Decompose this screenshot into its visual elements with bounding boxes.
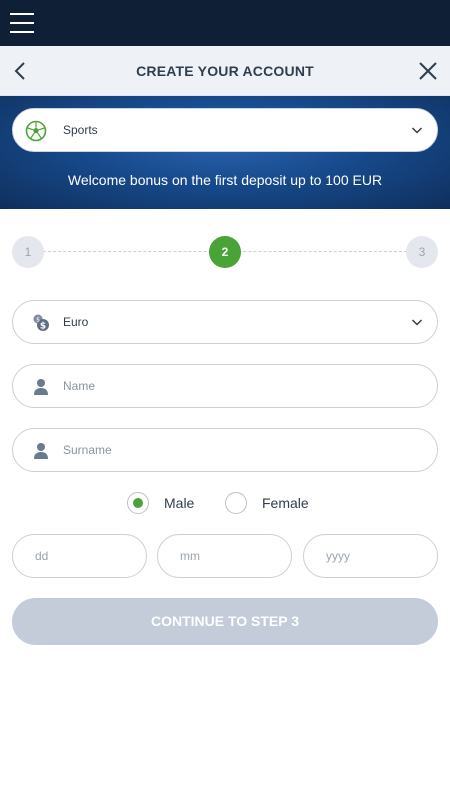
bonus-banner: Sports Welcome bonus on the first deposi… bbox=[0, 96, 450, 209]
svg-text:$: $ bbox=[36, 316, 40, 323]
birth-year-wrapper bbox=[303, 534, 438, 578]
gender-female-label[interactable]: Female bbox=[262, 495, 309, 511]
bonus-text: Welcome bonus on the first deposit up to… bbox=[67, 172, 383, 188]
step-1: 1 bbox=[12, 236, 44, 268]
gender-female-radio[interactable] bbox=[225, 492, 247, 514]
birth-month-wrapper bbox=[157, 534, 292, 578]
currency-value: Euro bbox=[63, 315, 89, 329]
name-field-wrapper bbox=[12, 364, 438, 408]
page-header: CREATE YOUR ACCOUNT bbox=[0, 46, 450, 96]
hamburger-menu-icon[interactable] bbox=[10, 12, 34, 34]
birth-day-input[interactable] bbox=[35, 535, 135, 577]
user-icon bbox=[34, 443, 48, 459]
birth-day-wrapper bbox=[12, 534, 147, 578]
surname-field-wrapper bbox=[12, 428, 438, 472]
gender-male-radio[interactable] bbox=[127, 492, 149, 514]
top-bar bbox=[0, 0, 450, 46]
name-input[interactable] bbox=[63, 365, 423, 407]
birth-year-input[interactable] bbox=[326, 535, 426, 577]
gender-male-label[interactable]: Male bbox=[164, 495, 194, 511]
birth-month-input[interactable] bbox=[180, 535, 280, 577]
page-title: CREATE YOUR ACCOUNT bbox=[136, 63, 314, 79]
svg-text:$: $ bbox=[40, 322, 46, 332]
sport-select[interactable]: Sports bbox=[12, 108, 438, 152]
money-bag-icon: $ $ bbox=[33, 314, 49, 332]
currency-select[interactable]: $ $ Euro bbox=[12, 300, 438, 344]
continue-button[interactable]: CONTINUE TO STEP 3 bbox=[12, 598, 438, 645]
user-icon bbox=[34, 379, 48, 395]
surname-input[interactable] bbox=[63, 429, 423, 471]
close-button[interactable] bbox=[416, 59, 440, 83]
soccer-ball-icon bbox=[25, 120, 47, 142]
chevron-down-icon bbox=[411, 319, 423, 326]
step-2: 2 bbox=[209, 236, 241, 268]
sport-select-value: Sports bbox=[63, 123, 98, 137]
close-icon bbox=[419, 62, 437, 80]
step-3: 3 bbox=[406, 236, 438, 268]
gender-selector: Male Female bbox=[0, 490, 450, 516]
chevron-down-icon bbox=[411, 127, 423, 134]
step-indicator: 1 2 3 bbox=[12, 236, 438, 268]
